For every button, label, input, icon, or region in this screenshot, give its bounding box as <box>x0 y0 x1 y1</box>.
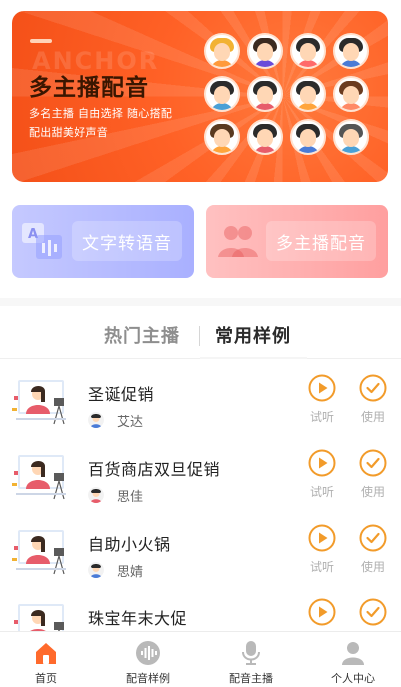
speaker-name: 思婧 <box>117 565 144 580</box>
speaker-avatar <box>88 487 104 503</box>
preview-button[interactable]: 试听 <box>302 524 342 584</box>
anchor-avatar <box>247 33 283 69</box>
preview-label: 试听 <box>309 485 334 499</box>
banner-accent-bar <box>30 39 52 43</box>
play-icon <box>308 598 336 626</box>
preview-button[interactable]: 试听 <box>302 374 342 434</box>
nav-label-profile: 个人中心 <box>331 672 375 685</box>
user-icon <box>342 642 364 665</box>
speaker-avatar <box>88 562 104 578</box>
tab-common-samples[interactable]: 常用样例 <box>215 322 291 348</box>
app-screen: ANCHOR 多主播配音 多名主播 自由选择 随心搭配 配出甜美好声音 A 文字… <box>0 0 401 687</box>
anchor-avatar <box>204 76 240 112</box>
nav-item-home[interactable]: 首页 <box>6 632 86 687</box>
multi-anchor-card[interactable]: 多主播配音 <box>206 205 388 278</box>
banner-subtitle-2: 配出甜美好声音 <box>29 126 109 139</box>
anchor-avatar <box>290 33 326 69</box>
anchor-avatar <box>333 76 369 112</box>
anchor-avatar <box>333 119 369 155</box>
anchor-avatar <box>247 119 283 155</box>
nav-label-home: 首页 <box>35 672 57 685</box>
preview-button[interactable]: 试听 <box>302 449 342 509</box>
nav-item-samples[interactable]: 配音样例 <box>108 632 188 687</box>
microphone-icon <box>242 641 260 665</box>
nav-item-profile[interactable]: 个人中心 <box>313 632 393 687</box>
speaker-name: 艾达 <box>117 415 144 430</box>
anchor-avatar <box>247 76 283 112</box>
use-label: 使用 <box>360 560 385 574</box>
translate-icon: A <box>22 223 62 259</box>
sample-title: 百货商店双旦促销 <box>88 460 221 479</box>
multi-anchor-label: 多主播配音 <box>266 221 376 261</box>
speaker-name: 思佳 <box>117 490 144 505</box>
anchor-avatar <box>204 119 240 155</box>
waveform-icon <box>136 641 160 665</box>
home-icon <box>36 643 56 664</box>
bottom-nav: 首页 配音样例 配音主播 个人中心 <box>0 631 401 687</box>
tab-active-indicator <box>200 357 307 359</box>
speaker-avatar <box>88 412 104 428</box>
anchor-avatars-grid <box>204 33 378 169</box>
sample-thumbnail <box>12 455 66 500</box>
check-icon <box>359 449 387 477</box>
tab-divider <box>199 326 200 346</box>
nav-label-anchors: 配音主播 <box>229 672 273 685</box>
play-icon <box>308 524 336 552</box>
use-label: 使用 <box>360 485 385 499</box>
banner-subtitle: 多名主播 自由选择 随心搭配 <box>29 107 173 120</box>
tab-bar: 热门主播 常用样例 <box>0 316 401 356</box>
anchor-avatar <box>204 33 240 69</box>
nav-label-samples: 配音样例 <box>126 672 170 685</box>
preview-label: 试听 <box>309 410 334 424</box>
check-icon <box>359 524 387 552</box>
use-button[interactable]: 使用 <box>353 524 393 584</box>
list-item[interactable]: 圣诞促销艾达 试听 使用 <box>0 374 401 449</box>
text-to-speech-card[interactable]: A 文字转语音 <box>12 205 194 278</box>
use-button[interactable]: 使用 <box>353 449 393 509</box>
list-item[interactable]: 百货商店双旦促销思佳 试听 使用 <box>0 449 401 524</box>
play-icon <box>308 449 336 477</box>
tab-hot-anchors[interactable]: 热门主播 <box>104 322 180 348</box>
use-label: 使用 <box>360 410 385 424</box>
sample-thumbnail <box>12 530 66 575</box>
use-button[interactable]: 使用 <box>353 374 393 434</box>
nav-item-anchors[interactable]: 配音主播 <box>211 632 291 687</box>
promo-banner[interactable]: ANCHOR 多主播配音 多名主播 自由选择 随心搭配 配出甜美好声音 <box>12 11 388 182</box>
sample-title: 自助小火锅 <box>88 535 171 554</box>
text-to-speech-label: 文字转语音 <box>72 221 182 261</box>
anchor-avatar <box>290 76 326 112</box>
banner-title: 多主播配音 <box>29 75 149 101</box>
list-item[interactable]: 自助小火锅思婧 试听 使用 <box>0 524 401 599</box>
anchor-avatar <box>290 119 326 155</box>
group-icon <box>218 226 258 257</box>
preview-label: 试听 <box>309 560 334 574</box>
play-icon <box>308 374 336 402</box>
anchor-avatar <box>333 33 369 69</box>
check-icon <box>359 598 387 626</box>
section-separator <box>0 298 401 306</box>
check-icon <box>359 374 387 402</box>
sample-title: 圣诞促销 <box>88 385 155 404</box>
sample-thumbnail <box>12 380 66 425</box>
sample-title: 珠宝年末大促 <box>88 609 188 628</box>
